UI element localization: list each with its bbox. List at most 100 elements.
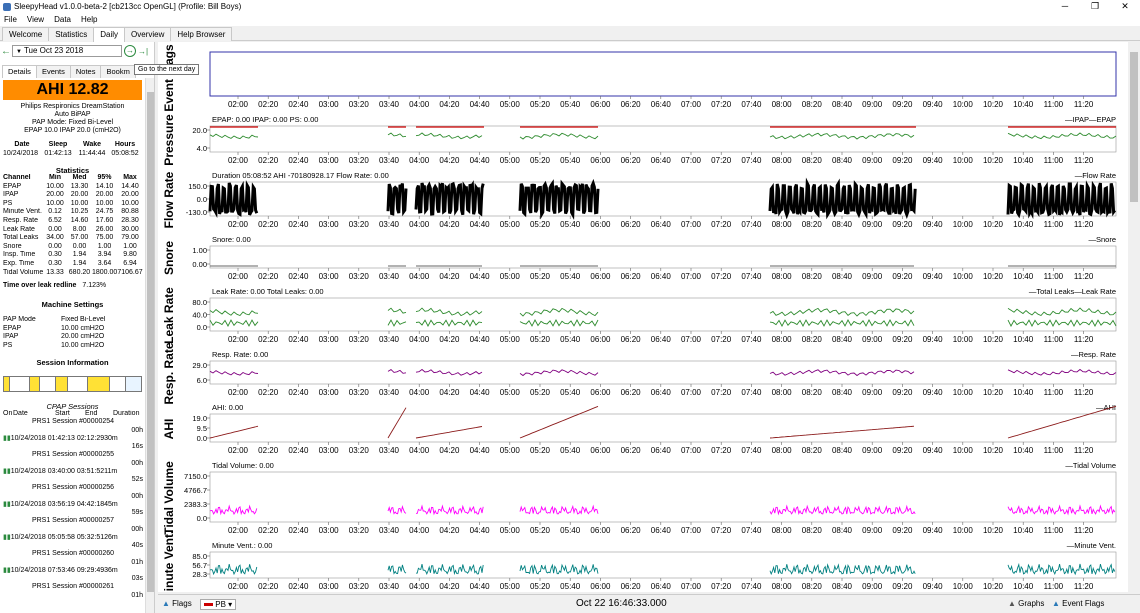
session-enabled-icon[interactable]: ▮▮ (3, 501, 11, 508)
summary-header: Sleep (48, 141, 68, 148)
session-row[interactable]: ▮▮10/24/2018 03:40:00 03:51:5211m (3, 468, 143, 476)
graph-scroll-thumb[interactable] (1130, 52, 1138, 202)
menu-view[interactable]: View (27, 15, 44, 24)
session-segment[interactable] (126, 377, 141, 391)
session-enabled-icon[interactable]: ▮▮ (3, 468, 11, 475)
session-segment[interactable] (56, 377, 68, 391)
graph-xtick-label: 11:00 (1044, 388, 1064, 397)
graph-ytick-label: 2383.3 (184, 500, 207, 509)
tab-overview[interactable]: Overview (124, 27, 172, 41)
tab-statistics[interactable]: Statistics (48, 27, 95, 41)
graphs-canvas[interactable]: Event Flags 02:00 02:20 02:40 03:00 03:20 03:4… (158, 42, 1128, 601)
stat-cell: 7106.67 (117, 268, 143, 276)
stat-row: IPAP 20.00 20.00 20.00 20.00 (3, 191, 143, 200)
pb-color-icon (204, 603, 213, 607)
tab-details[interactable]: Details (2, 65, 37, 78)
graph-legend: —Tidal Volume (1065, 461, 1116, 470)
tab-bookmarks[interactable]: Bookm (100, 65, 136, 78)
session-enabled-icon[interactable]: ▮▮ (3, 534, 11, 541)
machine-settings-table: PAP Mode Fixed Bi-Level EPAP 10.00 cmH2O IPA… (3, 316, 143, 350)
next-day-button[interactable]: → (124, 45, 136, 57)
graph-xtick-label: 03:00 (319, 388, 340, 397)
graph-ylabel: Leak Rate (162, 287, 176, 344)
event-flags-menu[interactable]: ▲ Event Flags (1052, 599, 1104, 608)
session-duration-seconds: 59s (131, 509, 143, 516)
stat-cell: 6.94 (123, 259, 137, 267)
restore-icon[interactable]: ❐ (1080, 0, 1110, 13)
menu-data[interactable]: Data (54, 15, 71, 24)
graph-legend: —Resp. Rate (1071, 350, 1116, 359)
graph-scrollbar[interactable] (1128, 42, 1140, 593)
graph-trace (386, 183, 408, 217)
stat-cell: 13.30 (70, 182, 89, 190)
pb-selector[interactable]: PB ▾ (200, 599, 237, 610)
session-timeline[interactable] (3, 376, 142, 392)
graph-xtick-label: 03:00 (319, 446, 340, 455)
session-name[interactable]: PRS1 Session #00000257 (3, 517, 143, 525)
graph-xtick-label: 06:40 (651, 272, 672, 281)
session-name[interactable]: PRS1 Session #00000255 (3, 451, 143, 459)
graph-xtick-label: 10:00 (953, 156, 974, 165)
previous-day-icon[interactable]: ← (0, 46, 12, 57)
session-enabled-icon[interactable]: ▮▮ (3, 567, 11, 574)
session-row[interactable]: ▮▮10/24/2018 03:56:19 04:42:1845m (3, 501, 143, 509)
session-segment[interactable] (88, 377, 110, 391)
session-name[interactable]: PRS1 Session #00000254 (3, 418, 143, 426)
session-name[interactable]: PRS1 Session #00000261 (3, 583, 143, 591)
date-picker[interactable]: ▼ Tue Oct 23 2018 (12, 45, 122, 57)
last-day-icon[interactable]: →| (138, 47, 148, 56)
tab-notes[interactable]: Notes (69, 65, 102, 78)
stat-cell: 10.25 (70, 208, 89, 216)
menu-file[interactable]: File (4, 15, 17, 24)
graph-caption: Resp. Rate: 0.00 (212, 350, 268, 359)
session-gap (68, 377, 88, 391)
setting-row: PS 10.00 cmH2O (3, 342, 143, 351)
session-times: 10/24/2018 03:40:00 03:51:52 (10, 468, 105, 475)
tab-daily[interactable]: Daily (93, 27, 125, 42)
stat-cell: 10.00 (46, 182, 64, 190)
session-enabled-icon[interactable]: ▮▮ (3, 435, 11, 442)
graph-xtick-label: 11:20 (1074, 582, 1094, 591)
graph-xtick-label: 06:20 (621, 156, 642, 165)
tab-events[interactable]: Events (35, 65, 71, 78)
session-row[interactable]: ▮▮10/24/2018 07:53:46 09:29:4936m (3, 567, 143, 575)
graph-xtick-label: 03:00 (319, 220, 340, 229)
graph-xtick-label: 06:20 (621, 272, 642, 281)
tab-welcome[interactable]: Welcome (2, 27, 50, 41)
graph-xtick-label: 06:40 (651, 335, 672, 344)
graph-xtick-label: 04:20 (439, 446, 460, 455)
session-name[interactable]: PRS1 Session #00000260 (3, 550, 143, 558)
graph-panel-ahi: AHIAHI: 0.00 —AHI19.09.50.002:00 02:20 02:4… (162, 403, 1117, 455)
graph-xtick-label: 02:40 (288, 156, 309, 165)
graphs-menu[interactable]: ▲ Graphs (1008, 599, 1044, 608)
graph-xtick-label: 08:00 (772, 156, 793, 165)
menu-help[interactable]: Help (81, 15, 97, 24)
graph-xtick-label: 02:20 (258, 526, 279, 535)
graph-xtick-label: 04:40 (470, 156, 491, 165)
graph-xtick-label: 02:20 (258, 100, 279, 109)
graph-xtick-label: 08:00 (772, 582, 793, 591)
close-icon[interactable]: ✕ (1110, 0, 1140, 13)
tab-help-browser[interactable]: Help Browser (170, 27, 233, 41)
graph-xtick-label: 11:20 (1074, 156, 1094, 165)
session-row[interactable]: ▮▮10/24/2018 05:05:58 05:32:5126m (3, 534, 143, 542)
left-scrollbar[interactable] (145, 78, 154, 613)
graph-xtick-label: 07:20 (711, 272, 732, 281)
graph-xtick-label: 03:00 (319, 526, 340, 535)
graph-panel-flow-rate: Flow Rate Duration 05:08:52 AHI -70180928… (162, 171, 1117, 229)
graph-xtick-label: 05:00 (500, 388, 521, 397)
session-segment[interactable] (30, 377, 40, 391)
graph-ytick-label: 0.0 (197, 323, 207, 332)
graph-xtick-label: 09:00 (862, 220, 883, 229)
graph-area[interactable]: Event Flags 02:00 02:20 02:40 03:00 03:20 03:4… (158, 42, 1128, 601)
graph-xtick-label: 07:40 (741, 156, 762, 165)
stat-cell: 30.00 (121, 225, 139, 233)
graph-xtick-label: 04:20 (439, 335, 460, 344)
flags-toggle[interactable]: ▲ Flags (162, 599, 192, 608)
minimize-icon[interactable]: ─ (1050, 0, 1080, 13)
session-row[interactable]: ▮▮10/24/2018 01:42:13 02:12:2930m (3, 435, 143, 443)
left-scroll-thumb[interactable] (147, 92, 154, 592)
session-name[interactable]: PRS1 Session #00000256 (3, 484, 143, 492)
menu-bar: File View Data Help (0, 13, 1140, 26)
stat-row: Total Leaks 34.00 57.00 75.00 79.00 (3, 234, 143, 243)
